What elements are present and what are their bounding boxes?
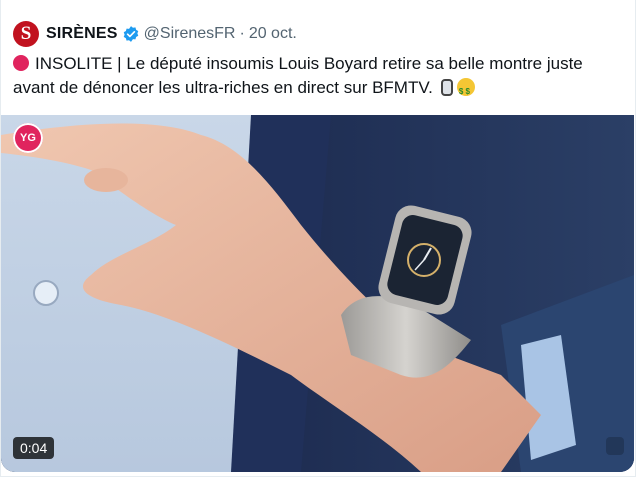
channel-badge-icon: YG (13, 123, 43, 153)
tweet-text-line-2-content: avant de dénoncer les ultra-riches en di… (13, 78, 433, 97)
video-timecode: 0:04 (13, 437, 55, 459)
tweet-date[interactable]: 20 oct. (249, 25, 297, 43)
avatar[interactable]: S (13, 21, 39, 47)
channel-badge-label: YG (20, 132, 36, 144)
watch-emoji-icon (440, 79, 453, 96)
account-name[interactable]: SIRÈNES (46, 25, 118, 43)
tweet-text-line-2: avant de dénoncer les ultra-riches en di… (13, 76, 613, 104)
tweet-text: INSOLITE | Le député insoumis Louis Boya… (13, 52, 613, 104)
avatar-letter: S (20, 23, 32, 44)
video-settings-icon[interactable] (606, 437, 624, 455)
red-circle-emoji-icon (13, 55, 29, 71)
video-player[interactable]: YG 0:04 (1, 115, 634, 472)
tweet-card[interactable]: S SIRÈNES @SirenesFR · 20 oct. INSOLITE … (0, 0, 636, 477)
tweet-text-line-1-content: INSOLITE | Le député insoumis Louis Boya… (35, 54, 583, 73)
verified-badge-icon (123, 26, 138, 42)
shirt-button (33, 280, 59, 306)
video-frame[interactable] (1, 115, 634, 472)
tweet-header: S SIRÈNES @SirenesFR · 20 oct. (13, 21, 297, 47)
money-mouth-face-emoji-icon (456, 78, 475, 104)
account-handle[interactable]: @SirenesFR (144, 25, 236, 43)
finger-tip (84, 168, 128, 192)
header-separator: · (239, 25, 245, 42)
tweet-text-line-1: INSOLITE | Le député insoumis Louis Boya… (13, 52, 613, 76)
